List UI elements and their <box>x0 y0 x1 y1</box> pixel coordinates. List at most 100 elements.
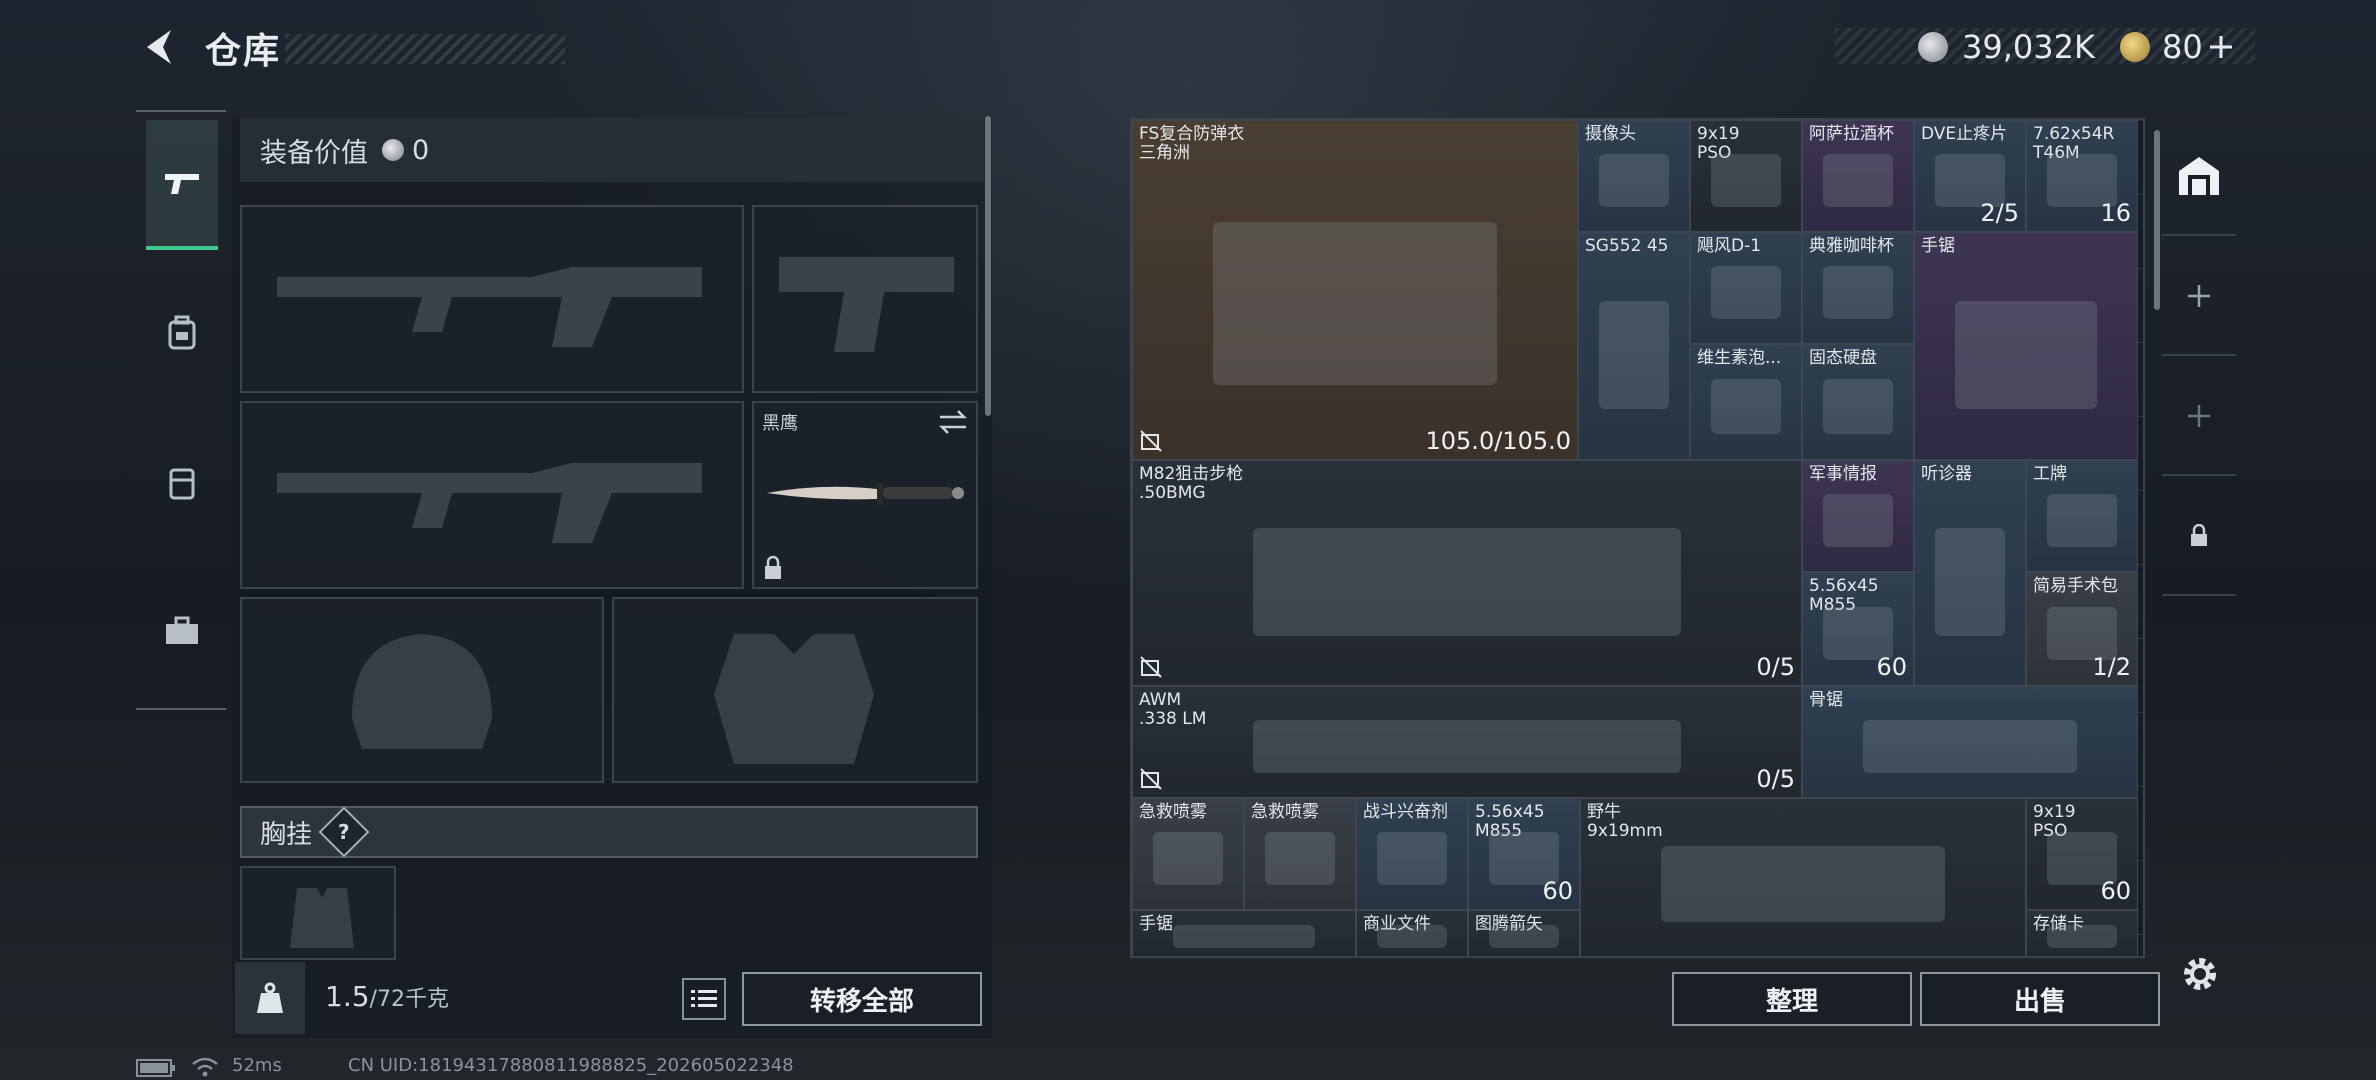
stash-item[interactable]: 手锯 <box>1132 910 1356 956</box>
stash-item[interactable]: SG552 45 <box>1578 232 1690 460</box>
plus-icon <box>2188 285 2210 307</box>
armor-silhouette-icon <box>714 634 874 764</box>
tab-case[interactable] <box>146 418 218 548</box>
item-image-icon <box>1253 528 1681 636</box>
chest-rig-label: 胸挂 <box>260 819 313 850</box>
item-image-icon <box>1710 154 1782 207</box>
stash-item[interactable]: 存储卡 <box>2026 910 2138 956</box>
stash-item[interactable]: 急救喷雾 <box>1244 798 1356 910</box>
title-decoration <box>285 34 565 64</box>
settings-gear-icon[interactable] <box>2178 952 2222 996</box>
stash-item-name: 维生素泡... <box>1697 348 1782 368</box>
vest-silhouette-icon <box>290 888 354 948</box>
stash-item[interactable]: DVE止疼片 2/5 <box>1914 120 2026 232</box>
stash-item-name: M82狙击步枪 .50BMG <box>1139 464 1244 503</box>
weight-max: /72千克 <box>369 987 449 1012</box>
item-image-icon <box>1598 154 1670 207</box>
item-image-icon <box>2046 925 2118 949</box>
organize-button[interactable]: 整理 <box>1672 972 1912 1026</box>
transfer-all-button[interactable]: 转移全部 <box>742 972 982 1026</box>
stash-item-name: DVE止疼片 <box>1921 124 2008 144</box>
secondary-weapon-slot[interactable] <box>240 401 744 589</box>
stash-item[interactable]: 听诊器 <box>1914 460 2026 686</box>
wifi-icon <box>192 1057 218 1077</box>
equip-value: 0 <box>412 134 430 166</box>
stash-item-name: 摄像头 <box>1585 124 1636 144</box>
stash-item-name: FS复合防弹衣 三角洲 <box>1139 124 1245 163</box>
melee-slot[interactable]: 黑鹰 <box>752 401 978 589</box>
stash-item[interactable]: 维生素泡... <box>1690 344 1802 460</box>
item-image-icon <box>1710 379 1782 434</box>
item-image-icon <box>1822 266 1894 319</box>
stash-item[interactable]: 摄像头 <box>1578 120 1690 232</box>
pistol-icon <box>165 174 199 194</box>
warehouse-icon <box>2179 157 2219 195</box>
stash-item[interactable]: 9x19 PSO <box>1690 120 1802 232</box>
knife-icon <box>767 483 964 505</box>
stash-item-name: 简易手术包 <box>2033 576 2118 596</box>
list-view-button[interactable] <box>682 978 726 1020</box>
item-image-icon <box>1822 494 1894 547</box>
stash-item[interactable]: AWM .338 LM 0/5 <box>1132 686 1802 798</box>
stash-item-name: 骨锯 <box>1809 690 1843 710</box>
item-image-icon <box>1488 925 1560 949</box>
stash-item[interactable]: 手锯 <box>1914 232 2138 460</box>
silver-coin-icon <box>382 139 404 161</box>
stash-tab-home[interactable] <box>2162 118 2236 236</box>
back-arrow-icon[interactable] <box>135 22 185 72</box>
item-image-icon <box>1253 720 1681 773</box>
stash-item[interactable]: 固态硬盘 <box>1802 344 1914 460</box>
stash-item[interactable]: 阿萨拉酒杯 <box>1802 120 1914 232</box>
sell-button[interactable]: 出售 <box>1920 972 2160 1026</box>
item-image-icon <box>1863 720 2077 773</box>
add-stash-tab-button-2[interactable] <box>2162 358 2236 476</box>
tab-backpack[interactable] <box>146 268 218 398</box>
stash-item[interactable]: 5.56x45 M855 60 <box>1802 572 1914 686</box>
stash-item-name: 战斗兴奋剂 <box>1363 802 1448 822</box>
toolbox-icon <box>166 616 198 644</box>
item-image-icon <box>1212 222 1498 385</box>
stash-item[interactable]: 图腾箭矢 <box>1468 910 1580 956</box>
stash-item[interactable]: FS复合防弹衣 三角洲 105.0/105.0 <box>1132 120 1578 460</box>
armor-slot[interactable] <box>612 597 978 783</box>
item-image-icon <box>1152 832 1224 885</box>
stash-item[interactable]: 5.56x45 M855 60 <box>1468 798 1580 910</box>
stash-item-name: 手锯 <box>1921 236 1955 256</box>
stash-item[interactable]: 军事情报 <box>1802 460 1914 572</box>
loadout-scrollbar[interactable] <box>985 116 991 416</box>
stash-item[interactable]: 野牛 9x19mm <box>1580 798 2026 956</box>
no-insure-icon <box>1140 768 1162 790</box>
swap-icon[interactable] <box>938 409 968 435</box>
stash-item[interactable]: 典雅咖啡杯 <box>1802 232 1914 344</box>
locked-stash-tab[interactable] <box>2162 478 2236 596</box>
item-image-icon <box>1710 266 1782 319</box>
stash-item[interactable]: 简易手术包 1/2 <box>2026 572 2138 686</box>
chest-rig-slot[interactable] <box>240 866 396 960</box>
primary-weapon-slot[interactable] <box>240 205 744 393</box>
sidearm-slot[interactable] <box>752 205 978 393</box>
add-stash-tab-button[interactable] <box>2162 238 2236 356</box>
item-image-icon <box>1172 925 1316 949</box>
stash-item-name: 野牛 9x19mm <box>1587 802 1663 841</box>
stash-item-name: 工牌 <box>2033 464 2067 484</box>
helmet-slot[interactable] <box>240 597 604 783</box>
tab-weapons[interactable] <box>146 120 218 250</box>
stash-item[interactable]: 9x19 PSO 60 <box>2026 798 2138 910</box>
chest-rig-header: 胸挂 ? <box>240 806 978 858</box>
stash-item[interactable]: 7.62x54R T46M 16 <box>2026 120 2138 232</box>
help-icon[interactable]: ? <box>318 806 370 858</box>
helmet-silhouette-icon <box>352 634 492 749</box>
stash-item[interactable]: 骨锯 <box>1802 686 2138 798</box>
stash-item[interactable]: M82狙击步枪 .50BMG 0/5 <box>1132 460 1802 686</box>
tab-toolbox[interactable] <box>146 566 218 696</box>
stash-scrollbar[interactable] <box>2154 130 2160 310</box>
backpack-icon <box>168 315 196 350</box>
stash-item[interactable]: 战斗兴奋剂 <box>1356 798 1468 910</box>
stash-item[interactable]: 商业文件 <box>1356 910 1468 956</box>
add-currency-icon[interactable] <box>2206 32 2236 62</box>
no-insure-icon <box>1140 430 1162 452</box>
stash-item[interactable]: 飓风D-1 <box>1690 232 1802 344</box>
stash-item-name: 军事情报 <box>1809 464 1877 484</box>
stash-item[interactable]: 工牌 <box>2026 460 2138 572</box>
stash-item[interactable]: 急救喷雾 <box>1132 798 1244 910</box>
